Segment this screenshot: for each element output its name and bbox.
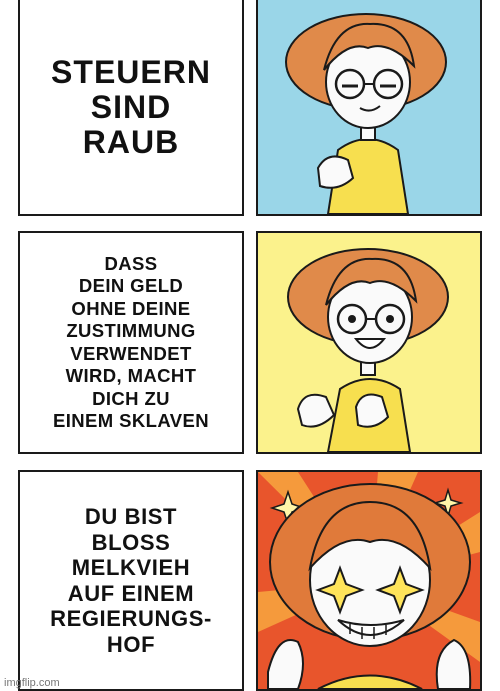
image-panel-1 (256, 0, 482, 216)
image-panel-2 (256, 231, 482, 454)
image-panel-3 (256, 470, 482, 691)
caption-panel-2: DASS DEIN GELD OHNE DEINE ZUSTIMMUNG VER… (18, 231, 244, 454)
girl-smug-thumbs-up-illustration (285, 13, 447, 214)
caption-panel-3: DU BIST BLOSS MELKVIEH AUF EINEM REGIERU… (18, 470, 244, 691)
caption-panel-1: STEUERN SIND RAUB (18, 0, 244, 216)
caption-text-1: STEUERN SIND RAUB (51, 53, 211, 160)
caption-text-2: DASS DEIN GELD OHNE DEINE ZUSTIMMUNG VER… (53, 252, 209, 432)
watermark-text: imgflip.com (4, 677, 60, 689)
girl-ecstatic-sparkle-eyes-illustration (258, 472, 480, 689)
girl-double-thumbs-up-illustration (287, 248, 449, 452)
caption-text-3: DU BIST BLOSS MELKVIEH AUF EINEM REGIERU… (50, 504, 212, 657)
